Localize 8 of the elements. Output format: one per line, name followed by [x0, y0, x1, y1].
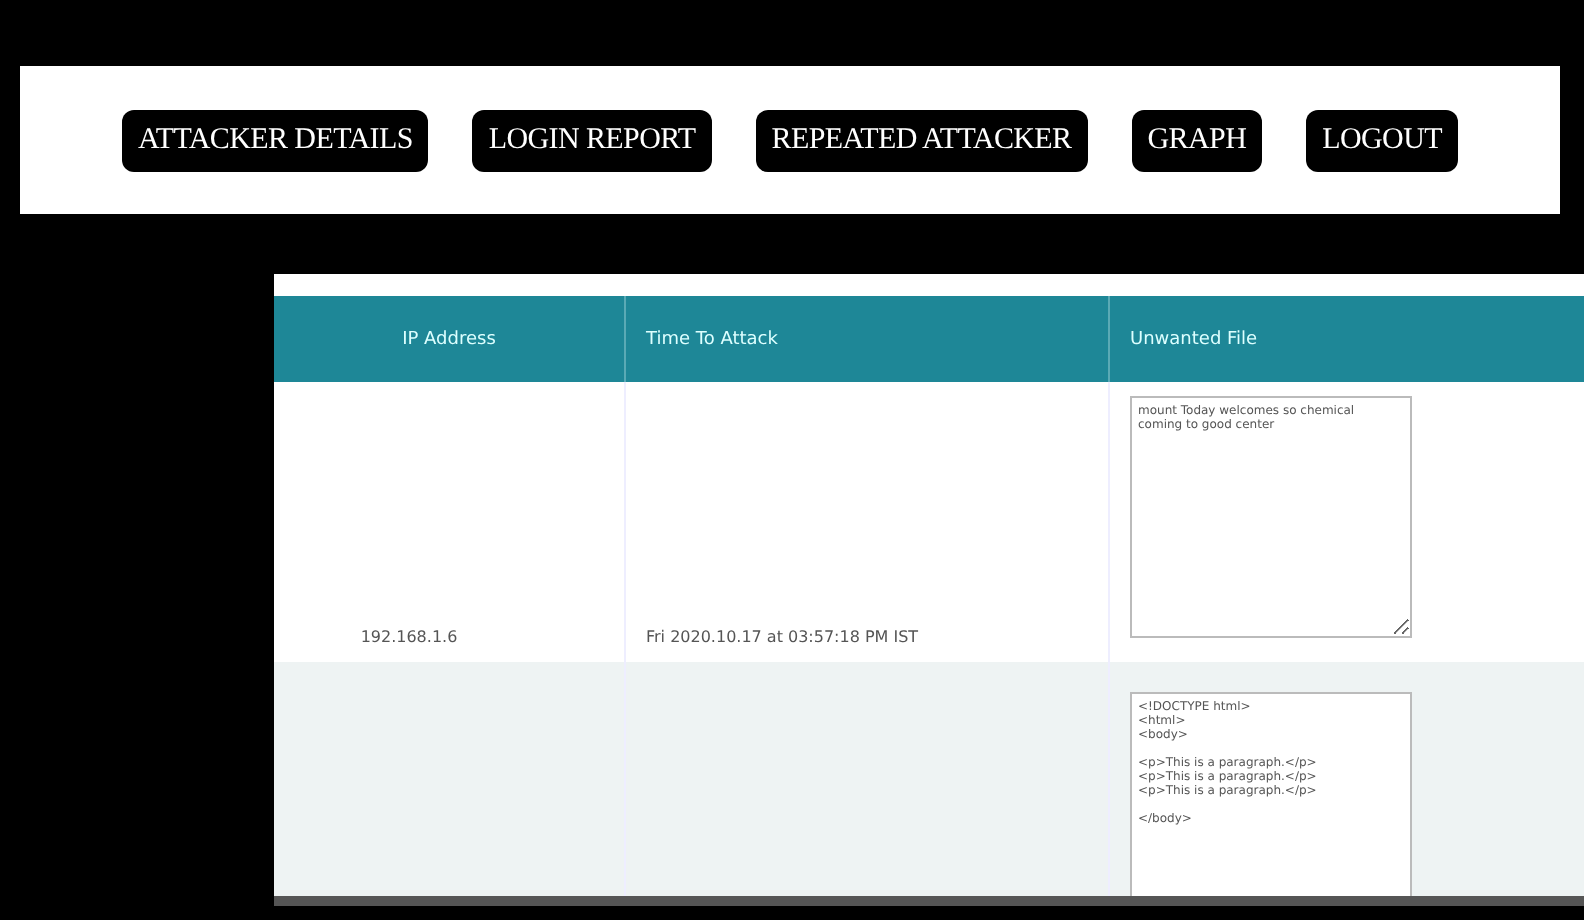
column-header: IP Address: [274, 296, 626, 382]
nav-button[interactable]: ATTACKER DETAILS: [122, 109, 429, 171]
nav-button[interactable]: GRAPH: [1131, 109, 1263, 171]
nav-button[interactable]: REPEATED ATTACKER: [755, 109, 1088, 171]
nav-button[interactable]: LOGOUT: [1306, 109, 1458, 171]
nav-button[interactable]: LOGIN REPORT: [472, 109, 712, 171]
column-header: Time To Attack: [626, 296, 1110, 382]
column-header: Unwanted File: [1110, 296, 1584, 382]
